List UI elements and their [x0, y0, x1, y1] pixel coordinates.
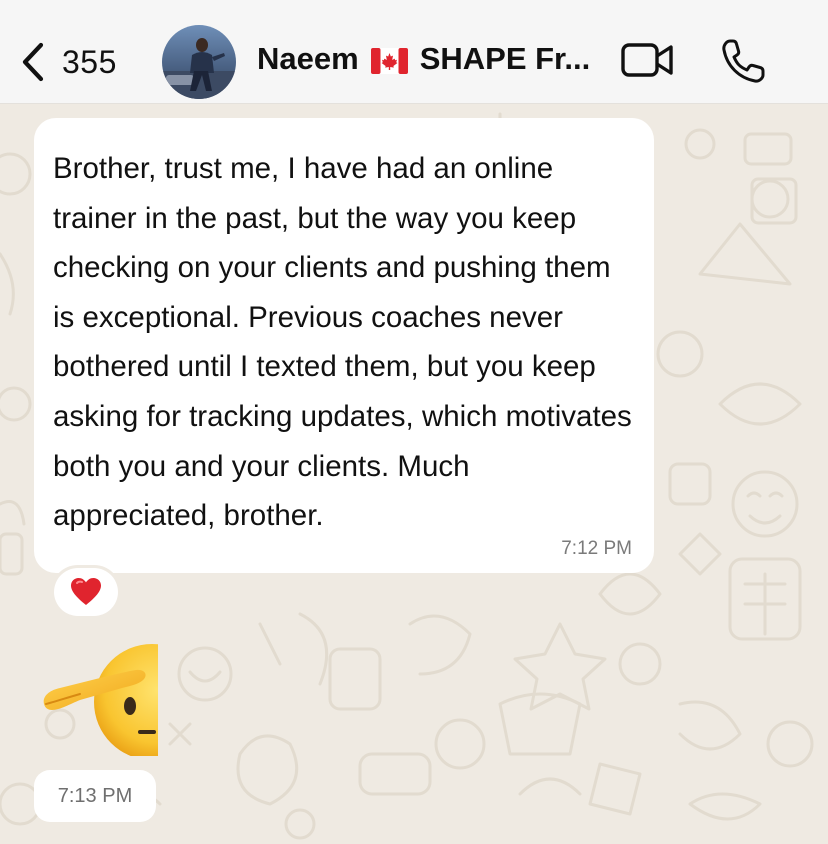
avatar-photo [162, 25, 236, 99]
contact-first-name: Naeem [257, 41, 359, 76]
saluting-face-emoji-icon [43, 644, 210, 760]
message-reaction[interactable] [54, 568, 118, 616]
video-call-button[interactable] [620, 40, 676, 80]
message-text: Brother, trust me, I have had an online … [53, 152, 632, 533]
chat-header: 355 Naeem SHAPE Fr... [0, 0, 828, 104]
contact-name[interactable]: Naeem SHAPE Fr... [257, 41, 590, 77]
unread-count: 355 [62, 43, 117, 80]
avatar[interactable] [162, 25, 236, 99]
sticker-timestamp: 7:13 PM [34, 770, 156, 822]
video-camera-icon [621, 43, 673, 77]
message-timestamp: 7:12 PM [561, 538, 632, 559]
voice-call-button[interactable] [718, 36, 768, 86]
chat-area[interactable]: Brother, trust me, I have had an online … [0, 104, 828, 844]
saluting-face-sticker[interactable] [40, 644, 210, 760]
chevron-left-icon [22, 42, 44, 82]
message-bubble-incoming[interactable]: Brother, trust me, I have had an online … [34, 118, 654, 573]
canada-flag-icon [370, 46, 408, 74]
red-heart-icon [71, 578, 101, 605]
contact-group-name: SHAPE Fr... [419, 41, 591, 76]
back-button[interactable]: 355 [20, 38, 117, 86]
phone-icon [722, 39, 765, 83]
